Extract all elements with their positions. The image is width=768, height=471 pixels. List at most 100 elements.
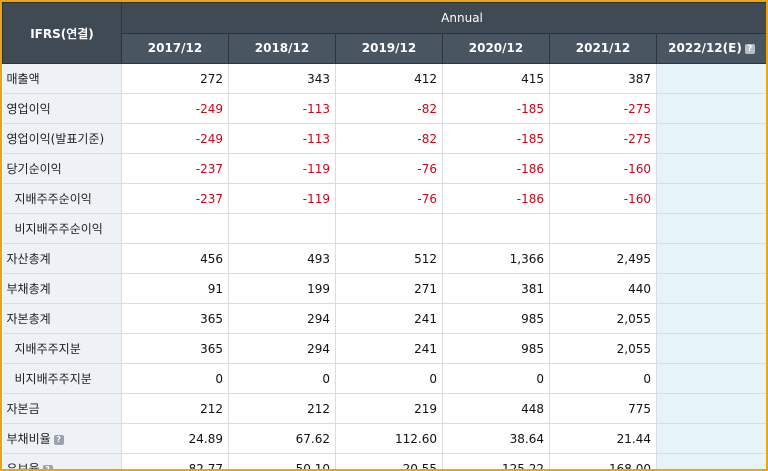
financial-summary-table-frame: IFRS(연결) Annual 2017/12 2018/12 2019/12 … (0, 0, 768, 471)
value-cell: 294 (228, 303, 336, 334)
value-cell: 412 (335, 63, 443, 94)
table-row: 영업이익(발표기준) -249 -113 -82 -185 -275 (2, 123, 766, 154)
row-label-text: 자산총계 (6, 252, 51, 266)
value-cell: 0 (121, 363, 229, 394)
row-label-text: 비지배주주지분 (14, 372, 92, 386)
row-label: 부채비율? (2, 423, 122, 454)
value-cell: -76 (335, 153, 443, 184)
value-cell (442, 213, 550, 244)
value-cell: 2,495 (549, 243, 657, 274)
value-cell: 365 (121, 333, 229, 364)
value-cell: 343 (228, 63, 336, 94)
row-label: 비지배주주지분 (2, 363, 122, 394)
value-cell: -237 (121, 153, 229, 184)
estimate-cell (656, 333, 766, 364)
value-cell: 493 (228, 243, 336, 274)
row-label: 매출액 (2, 63, 122, 94)
year-header-2020: 2020/12 (442, 32, 550, 64)
value-cell: -237 (121, 183, 229, 214)
row-label-text: 부채비율 (6, 432, 51, 446)
table-row: 자본금 212 212 219 448 775 (2, 393, 766, 424)
estimate-cell (656, 183, 766, 214)
estimate-year-label: 2022/12(E) (668, 41, 742, 56)
value-cell: -275 (549, 123, 657, 154)
row-label-text: 비지배주주순이익 (14, 222, 103, 236)
table-row: 유보율? 82.77 50.10 20.55 125.22 168.00 (2, 453, 766, 469)
value-cell: 212 (121, 393, 229, 424)
financial-summary-table: IFRS(연결) Annual 2017/12 2018/12 2019/12 … (2, 2, 766, 469)
table-row: 매출액 272 343 412 415 387 (2, 63, 766, 94)
value-cell: 24.89 (121, 423, 229, 454)
row-label-text: 자본금 (6, 402, 40, 416)
table-body: 매출액 272 343 412 415 387 영업이익 -249 -113 -82 -185 -27… (2, 63, 766, 469)
value-cell: 456 (121, 243, 229, 274)
row-label: 영업이익(발표기준) (2, 123, 122, 154)
value-cell: -113 (228, 93, 336, 124)
row-label-text: 영업이익 (6, 102, 51, 116)
value-cell (228, 213, 336, 244)
value-cell: 294 (228, 333, 336, 364)
estimate-cell (656, 213, 766, 244)
value-cell: 2,055 (549, 333, 657, 364)
value-cell: -249 (121, 93, 229, 124)
annual-group-header: Annual (120, 2, 766, 34)
value-cell: 38.64 (442, 423, 550, 454)
value-cell: 0 (549, 363, 657, 394)
value-cell: 199 (228, 273, 336, 304)
ifrs-consolidated-header: IFRS(연결) (2, 2, 122, 64)
value-cell (121, 213, 229, 244)
row-label-text: 영업이익(발표기준) (6, 132, 105, 146)
value-cell: -113 (228, 123, 336, 154)
value-cell: 241 (335, 303, 443, 334)
table-row: 당기순이익 -237 -119 -76 -186 -160 (2, 153, 766, 184)
estimate-cell (656, 423, 766, 454)
help-icon[interactable]: ? (744, 43, 755, 54)
value-cell: -275 (549, 93, 657, 124)
help-icon[interactable]: ? (53, 434, 64, 445)
row-label: 비지배주주순이익 (2, 213, 122, 244)
row-label: 자본금 (2, 393, 122, 424)
estimate-cell (656, 153, 766, 184)
value-cell: 365 (121, 303, 229, 334)
value-cell: 212 (228, 393, 336, 424)
value-cell: 21.44 (549, 423, 657, 454)
estimate-cell (656, 453, 766, 469)
value-cell: 0 (442, 363, 550, 394)
value-cell: 112.60 (335, 423, 443, 454)
value-cell: -249 (121, 123, 229, 154)
year-header-2021: 2021/12 (549, 32, 657, 64)
value-cell: -76 (335, 183, 443, 214)
estimate-cell (656, 363, 766, 394)
value-cell: -185 (442, 93, 550, 124)
table-row: 부채비율? 24.89 67.62 112.60 38.64 21.44 (2, 423, 766, 454)
row-label-text: 지배주주순이익 (14, 192, 92, 206)
estimate-cell (656, 393, 766, 424)
value-cell: 241 (335, 333, 443, 364)
row-label-text: 당기순이익 (6, 162, 62, 176)
year-header-2018: 2018/12 (228, 32, 336, 64)
value-cell: 1,366 (442, 243, 550, 274)
estimate-cell (656, 123, 766, 154)
value-cell: -160 (549, 183, 657, 214)
value-cell: 50.10 (228, 453, 336, 469)
value-cell: 219 (335, 393, 443, 424)
value-cell: 91 (121, 273, 229, 304)
value-cell: 440 (549, 273, 657, 304)
value-cell: 415 (442, 63, 550, 94)
estimate-cell (656, 243, 766, 274)
table-row: 부채총계 91 199 271 381 440 (2, 273, 766, 304)
value-cell: 512 (335, 243, 443, 274)
row-label: 자산총계 (2, 243, 122, 274)
value-cell: 381 (442, 273, 550, 304)
estimate-cell (656, 93, 766, 124)
value-cell: 387 (549, 63, 657, 94)
value-cell: -185 (442, 123, 550, 154)
row-label-text: 부채총계 (6, 282, 51, 296)
table-row: 비지배주주지분 0 0 0 0 0 (2, 363, 766, 394)
value-cell: -160 (549, 153, 657, 184)
help-icon[interactable]: ? (42, 464, 53, 469)
row-label-text: 매출액 (6, 72, 40, 86)
row-label-text: 자본총계 (6, 312, 51, 326)
table-row: 자본총계 365 294 241 985 2,055 (2, 303, 766, 334)
value-cell: 272 (121, 63, 229, 94)
